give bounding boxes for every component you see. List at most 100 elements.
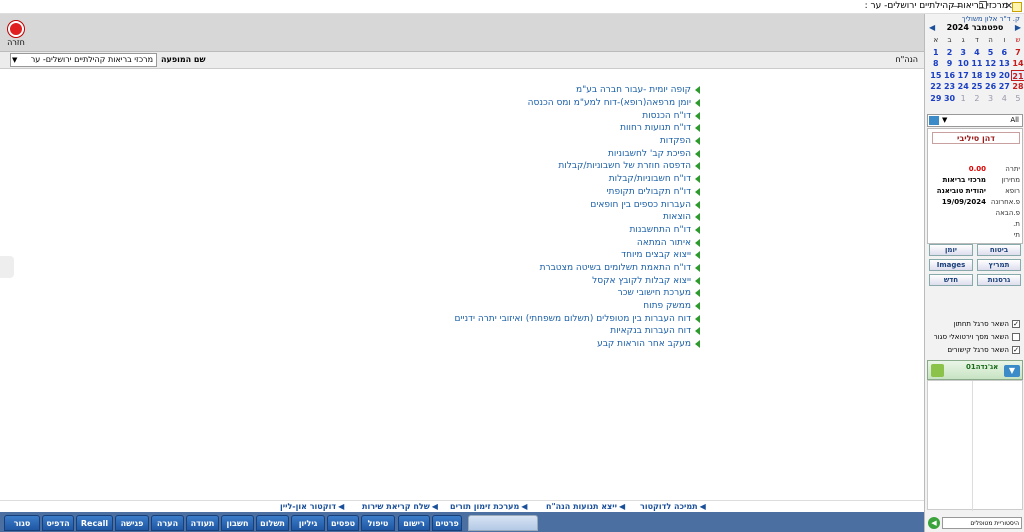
calendar-day[interactable]: 1 bbox=[956, 93, 970, 105]
calendar-day[interactable]: 23 bbox=[943, 81, 957, 93]
report-link[interactable]: הדפסה חוזרת של חשבוניות/קבלות bbox=[454, 160, 700, 173]
calendar-day[interactable]: 24 bbox=[956, 81, 970, 93]
report-link[interactable]: ייצוא קבלות לקובץ אקסל bbox=[454, 274, 700, 287]
settings-checkbox[interactable]: ✓ השאר סרגל תחתון bbox=[953, 320, 1020, 328]
report-link[interactable]: דו"ח התאמת תשלומים בשיטה מצטברת bbox=[454, 262, 700, 275]
bottom-tab[interactable]: הערה bbox=[151, 515, 184, 531]
report-link[interactable]: דו"ח חשבוניות/קבלות bbox=[454, 173, 700, 186]
report-link[interactable]: ממשק פתוח bbox=[454, 300, 700, 313]
side-panel-handle[interactable] bbox=[0, 256, 14, 278]
report-link[interactable]: מערכת חישובי שכר bbox=[454, 287, 700, 300]
bottom-link[interactable]: ◀תמיכה לדוקטור bbox=[640, 502, 706, 511]
calendar-day[interactable]: 9 bbox=[943, 58, 957, 70]
calendar-day[interactable]: 3 bbox=[984, 93, 998, 105]
bottom-tab[interactable]: פרטים bbox=[432, 515, 462, 531]
report-link[interactable]: דו"ח הכנסות bbox=[454, 109, 700, 122]
report-link[interactable]: מעקב אחר הוראות קבע bbox=[454, 338, 700, 351]
calendar-day[interactable]: 13 bbox=[997, 58, 1011, 70]
patient-action-button[interactable]: יומן bbox=[929, 244, 973, 256]
report-link[interactable]: הוצאות bbox=[454, 211, 700, 224]
report-link[interactable]: קופה יומית -עבור חברה בע"מ bbox=[454, 84, 700, 97]
report-link[interactable]: דו"ח התחשבנות bbox=[454, 224, 700, 237]
calendar-day[interactable]: 14 bbox=[1011, 58, 1024, 70]
agenda-list[interactable] bbox=[927, 380, 1023, 511]
checkbox-box[interactable]: ✓ bbox=[1012, 320, 1020, 328]
settings-checkbox[interactable]: השאר מסך וירטואלי סגור bbox=[934, 333, 1020, 341]
report-link[interactable]: דו"ח תנועות רחוות bbox=[454, 122, 700, 135]
bottom-tab[interactable]: פגישה bbox=[115, 515, 149, 531]
bottom-tab[interactable]: טיפול bbox=[361, 515, 395, 531]
calendar-day[interactable]: 2 bbox=[943, 47, 957, 59]
report-link[interactable]: דוח העברות בין מטופלים (תשלום משפחתי) וא… bbox=[454, 312, 700, 325]
report-link[interactable]: הפקדות bbox=[454, 135, 700, 148]
calendar-day[interactable]: 7 bbox=[1011, 47, 1024, 59]
calendar-day[interactable]: 26 bbox=[984, 81, 998, 93]
filter-select[interactable]: ▼ All bbox=[927, 114, 1023, 127]
report-link[interactable]: יומן מרפאה(רופא)-דוח למע"מ ומס הכנסה bbox=[454, 97, 700, 110]
calendar-day[interactable]: 6 bbox=[997, 47, 1011, 59]
calendar-prev-icon[interactable]: ◀ bbox=[929, 23, 935, 32]
bottom-tab[interactable]: סגור הכל bbox=[4, 515, 40, 531]
calendar-day[interactable]: 29 bbox=[929, 93, 943, 105]
patient-name[interactable]: דהן סיליבי bbox=[932, 132, 1020, 144]
bottom-link[interactable]: ◀מערכת זימון תורים bbox=[450, 502, 527, 511]
exit-button[interactable]: חזרה bbox=[4, 21, 28, 51]
calendar-day[interactable]: 3 bbox=[956, 47, 970, 59]
calendar-day[interactable]: 4 bbox=[997, 93, 1011, 105]
patient-action-button[interactable]: Images bbox=[929, 259, 973, 271]
report-link[interactable]: הפיכת קב' לחשבוניות bbox=[454, 147, 700, 160]
calendar-day[interactable]: 30 bbox=[943, 93, 957, 105]
report-link[interactable]: העברות כספים בין חופאים bbox=[454, 198, 700, 211]
calendar-day[interactable]: 2 bbox=[970, 93, 984, 105]
patient-action-button[interactable]: גרסנות bbox=[977, 274, 1021, 286]
calendar-day[interactable]: 12 bbox=[984, 58, 998, 70]
calendar-day[interactable]: 16 bbox=[943, 70, 957, 82]
bottom-link[interactable]: ◀דוקטור און-ליין bbox=[280, 502, 344, 511]
lock-icon[interactable] bbox=[931, 364, 944, 377]
report-link[interactable]: איתור המתאה bbox=[454, 236, 700, 249]
calendar-day[interactable]: 11 bbox=[970, 58, 984, 70]
calendar-day[interactable]: 10 bbox=[956, 58, 970, 70]
calendar-day[interactable]: 5 bbox=[1011, 93, 1024, 105]
clinic-select[interactable]: ▼ מרכזי בריאות קהילתיים ירושלים- ער bbox=[10, 53, 157, 67]
chevron-down-icon[interactable]: ▼ bbox=[1004, 365, 1020, 377]
bottom-tab[interactable]: טפסים bbox=[327, 515, 359, 531]
calendar-day[interactable]: 21 bbox=[1011, 69, 1024, 81]
calendar-day[interactable]: 17 bbox=[956, 70, 970, 82]
doctor-link[interactable]: ק. ד"ר אלון משוליך bbox=[962, 15, 1020, 23]
calendar-day[interactable]: 8 bbox=[929, 58, 943, 70]
calendar-day[interactable]: 5 bbox=[984, 47, 998, 59]
report-link[interactable]: דו"ח תקבולים תקופתי bbox=[454, 186, 700, 199]
history-select[interactable]: היסטוריית מטופלים bbox=[942, 517, 1022, 529]
bottom-link[interactable]: ◀ייצא תנועות הנה"ח bbox=[546, 502, 625, 511]
calendar-day[interactable]: 18 bbox=[970, 70, 984, 82]
checkbox-box[interactable] bbox=[1012, 333, 1020, 341]
calendar-day[interactable]: 15 bbox=[929, 70, 943, 82]
calendar-day[interactable]: 25 bbox=[970, 81, 984, 93]
calendar-day[interactable]: 22 bbox=[929, 81, 943, 93]
bottom-tab[interactable]: רישום bbox=[398, 515, 430, 531]
bottom-link[interactable]: ◀שלח קריאת שירות bbox=[362, 502, 438, 511]
bottom-tab[interactable]: תשלום bbox=[256, 515, 289, 531]
patient-action-button[interactable]: ביטוח bbox=[977, 244, 1021, 256]
calendar-day[interactable]: 4 bbox=[970, 47, 984, 59]
report-link[interactable]: דוח העברות בנקאיות bbox=[454, 325, 700, 338]
checkbox-box[interactable]: ✓ bbox=[1012, 346, 1020, 354]
settings-checkbox[interactable]: ✓ השאר סרגל קישורים bbox=[947, 346, 1020, 354]
calendar-day[interactable]: 20 bbox=[997, 70, 1011, 82]
calendar-day[interactable]: 1 bbox=[929, 47, 943, 59]
calendar-day[interactable]: 27 bbox=[997, 81, 1011, 93]
calendar-day[interactable]: 28 bbox=[1011, 81, 1024, 93]
patient-action-button[interactable]: חדש bbox=[929, 274, 973, 286]
report-link[interactable]: ייצוא קבצים מיוחד bbox=[454, 249, 700, 262]
patient-action-button[interactable]: תמריץ bbox=[977, 259, 1021, 271]
bottom-tab[interactable]: גיליון bbox=[291, 515, 325, 531]
go-icon[interactable]: ◀ bbox=[928, 517, 940, 529]
bottom-tab[interactable]: תעודה bbox=[186, 515, 219, 531]
bottom-tab[interactable]: Recall bbox=[76, 515, 113, 531]
bottom-tab[interactable]: חשבון bbox=[221, 515, 254, 531]
bottom-tab[interactable]: הדפיס bbox=[42, 515, 74, 531]
report-link-label: מערכת חישובי שכר bbox=[617, 288, 691, 299]
calendar-day[interactable]: 19 bbox=[984, 70, 998, 82]
calendar-next-icon[interactable]: ▶ bbox=[1015, 23, 1021, 32]
